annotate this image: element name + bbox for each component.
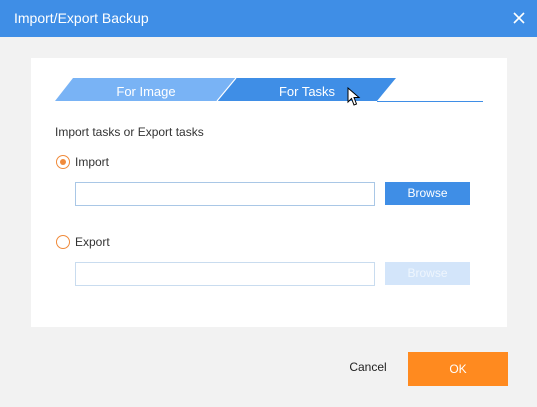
- import-browse-button[interactable]: Browse: [385, 182, 470, 205]
- export-radio-label[interactable]: Export: [75, 235, 110, 249]
- import-radio[interactable]: [56, 155, 70, 169]
- export-browse-button: Browse: [385, 262, 470, 285]
- ok-button[interactable]: OK: [408, 352, 508, 386]
- import-path-input[interactable]: [75, 182, 375, 206]
- export-radio[interactable]: [56, 235, 70, 249]
- mouse-cursor-icon: [347, 87, 361, 106]
- content-panel: For Image For Tasks Import tasks or Expo…: [31, 58, 507, 327]
- tab-for-image-label: For Image: [116, 84, 176, 99]
- section-heading: Import tasks or Export tasks: [55, 125, 204, 139]
- window-title: Import/Export Backup: [14, 10, 149, 26]
- close-icon[interactable]: [508, 7, 530, 29]
- title-bar: Import/Export Backup: [0, 0, 537, 37]
- export-path-input: [75, 262, 375, 286]
- import-radio-label[interactable]: Import: [75, 155, 109, 169]
- import-export-dialog: Import/Export Backup For Image For Tasks…: [0, 0, 537, 407]
- cancel-button[interactable]: Cancel: [340, 355, 396, 379]
